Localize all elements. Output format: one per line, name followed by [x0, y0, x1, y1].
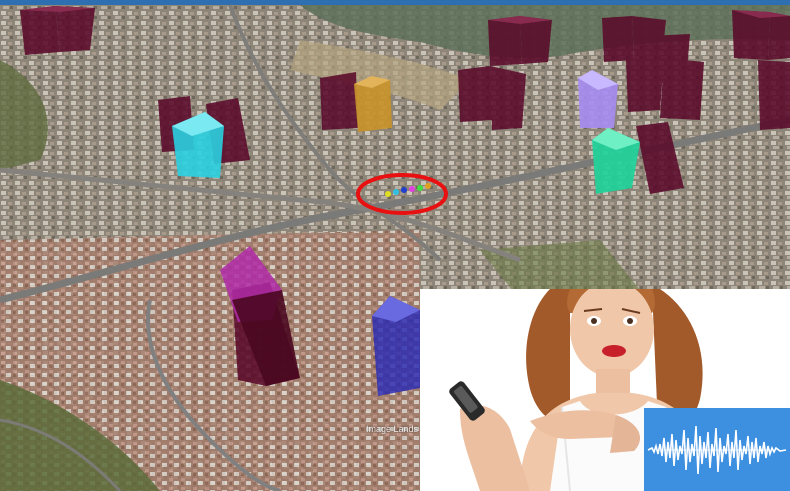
waveform-graphic [644, 408, 790, 491]
gold-tower [354, 80, 392, 132]
screenshot-scene: Image Lands [0, 0, 790, 491]
imagery-watermark: Image Lands [366, 424, 419, 434]
audio-waveform-icon [644, 408, 790, 491]
